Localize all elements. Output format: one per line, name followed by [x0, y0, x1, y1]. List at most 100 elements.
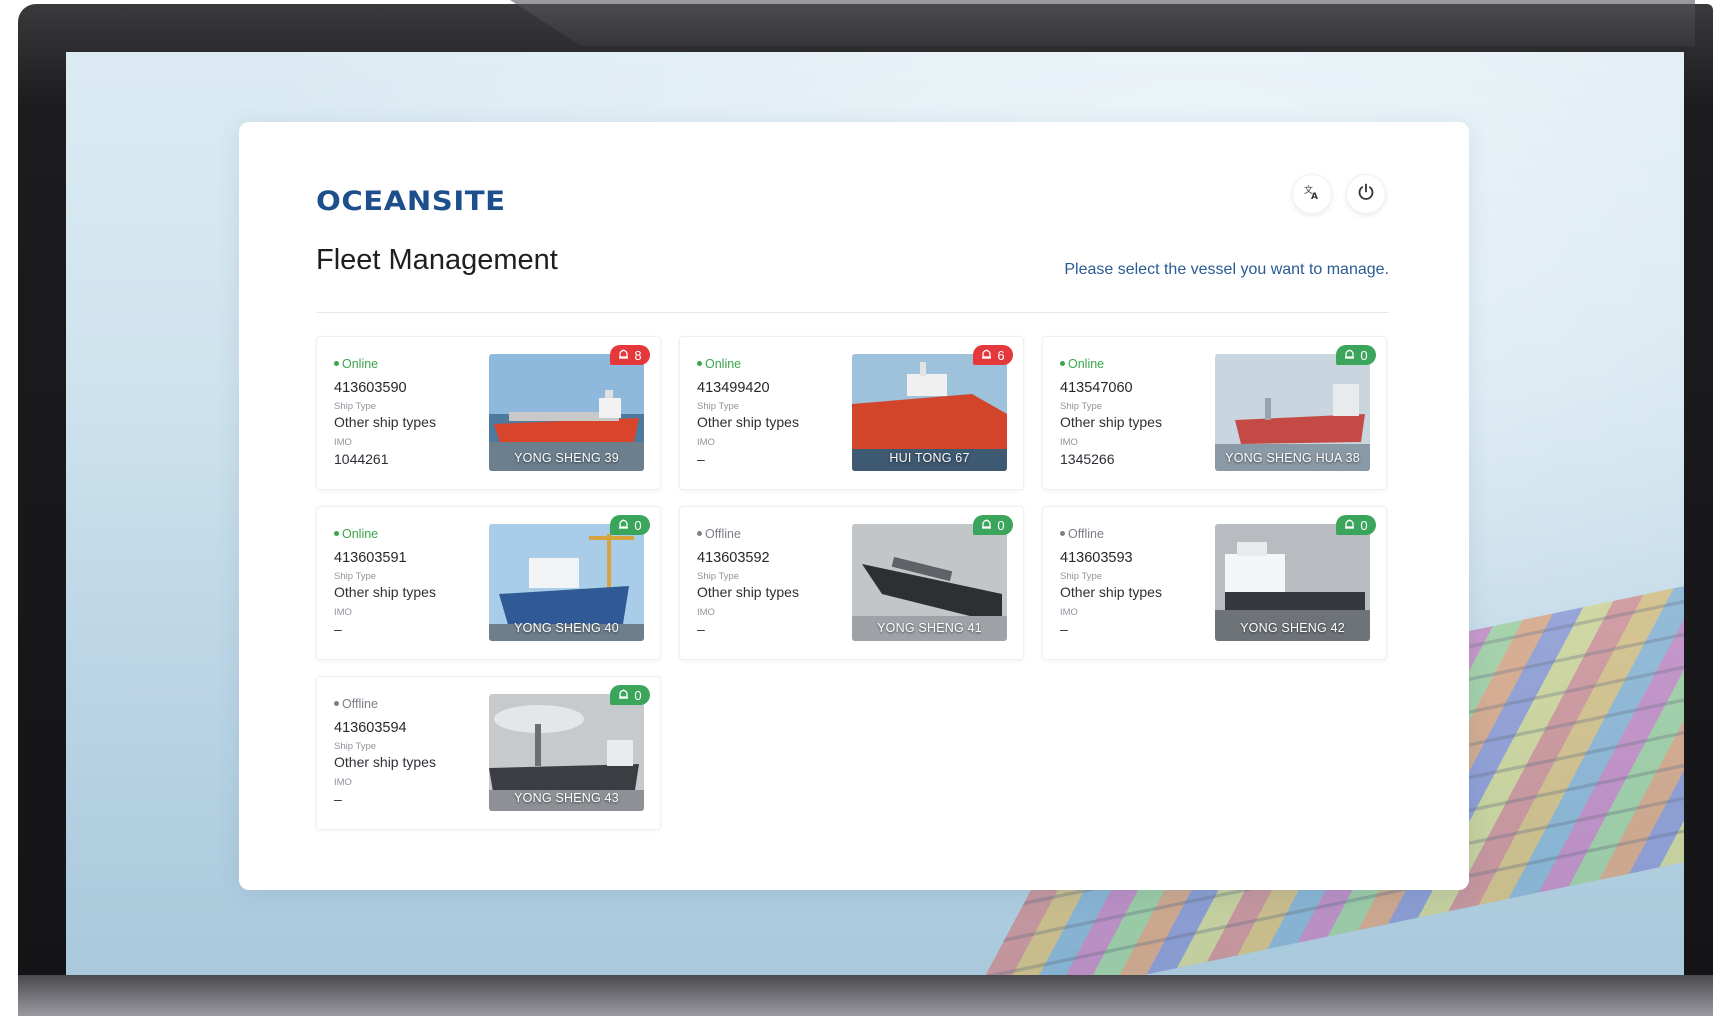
vessel-info: Offline 413603592 Ship Type Other ship t…: [697, 526, 847, 637]
vessel-photo[interactable]: YONG SHENG 41: [852, 524, 1007, 641]
vessel-info: Online 413547060 Ship Type Other ship ty…: [1060, 356, 1210, 467]
status-badge: Offline: [334, 696, 484, 711]
status-text: Online: [705, 356, 742, 371]
vessel-name: YONG SHENG 39: [514, 451, 619, 465]
vessel-mmsi: 413603592: [697, 550, 770, 566]
screen: OCEANSITE 文 A Fleet Management Please se…: [66, 52, 1684, 976]
imo-value: 1044261: [334, 451, 389, 467]
ship-type-value: Other ship types: [1060, 584, 1162, 600]
status-dot-icon: [1060, 531, 1065, 536]
vessel-photo[interactable]: YONG SHENG 43: [489, 694, 644, 811]
divider: [316, 312, 1389, 313]
ship-type-label: Ship Type: [1060, 401, 1103, 412]
imo-label: IMO: [334, 607, 352, 618]
imo-label: IMO: [697, 437, 715, 448]
vessel-mmsi: 413603591: [334, 550, 407, 566]
vessel-name: YONG SHENG 41: [877, 621, 982, 635]
alarm-bell-icon: [981, 518, 992, 533]
alarm-count-badge[interactable]: 0: [610, 515, 650, 535]
page-title: Fleet Management: [316, 244, 558, 276]
alarm-count: 0: [1360, 347, 1368, 363]
vessel-card[interactable]: Online 413603591 Ship Type Other ship ty…: [316, 506, 661, 660]
translate-button[interactable]: 文 A: [1292, 174, 1332, 214]
status-badge: Online: [1060, 356, 1210, 371]
imo-value: 1345266: [1060, 451, 1115, 467]
imo-label: IMO: [1060, 437, 1078, 448]
ship-type-label: Ship Type: [334, 741, 377, 752]
vessel-mmsi: 413499420: [697, 380, 770, 396]
vessel-name: HUI TONG 67: [889, 451, 970, 465]
vessel-info: Online 413603590 Ship Type Other ship ty…: [334, 356, 484, 467]
vessel-card[interactable]: Online 413547060 Ship Type Other ship ty…: [1042, 336, 1387, 490]
imo-value: –: [1060, 621, 1068, 637]
vessel-photo[interactable]: YONG SHENG 40: [489, 524, 644, 641]
vessel-grid: Online 413603590 Ship Type Other ship ty…: [316, 336, 1390, 830]
alarm-count-badge[interactable]: 0: [610, 685, 650, 705]
alarm-count: 0: [1360, 517, 1368, 533]
monitor-stand-edge: [18, 975, 1713, 1016]
status-badge: Online: [334, 356, 484, 371]
vessel-mmsi: 413603594: [334, 720, 407, 736]
vessel-info: Online 413603591 Ship Type Other ship ty…: [334, 526, 484, 637]
select-vessel-hint: Please select the vessel you want to man…: [1064, 261, 1389, 278]
status-badge: Offline: [697, 526, 847, 541]
fleet-panel: OCEANSITE 文 A Fleet Management Please se…: [239, 122, 1469, 890]
status-dot-icon: [1060, 361, 1065, 366]
vessel-card[interactable]: Offline 413603593 Ship Type Other ship t…: [1042, 506, 1387, 660]
vessel-mmsi: 413603593: [1060, 550, 1133, 566]
imo-label: IMO: [1060, 607, 1078, 618]
imo-value: –: [334, 621, 342, 637]
ship-type-value: Other ship types: [697, 584, 799, 600]
ship-type-label: Ship Type: [697, 401, 740, 412]
ship-type-label: Ship Type: [334, 571, 377, 582]
vessel-name: YONG SHENG 40: [514, 621, 619, 635]
alarm-bell-icon: [618, 348, 629, 363]
vessel-mmsi: 413603590: [334, 380, 407, 396]
ship-type-label: Ship Type: [697, 571, 740, 582]
vessel-info: Offline 413603593 Ship Type Other ship t…: [1060, 526, 1210, 637]
alarm-count: 6: [997, 347, 1005, 363]
vessel-card[interactable]: Offline 413603592 Ship Type Other ship t…: [679, 506, 1024, 660]
ship-type-value: Other ship types: [334, 754, 436, 770]
alarm-bell-icon: [1344, 348, 1355, 363]
status-text: Offline: [705, 526, 741, 541]
alarm-count: 8: [634, 347, 642, 363]
alarm-bell-icon: [618, 688, 629, 703]
vessel-photo[interactable]: YONG SHENG 42: [1215, 524, 1370, 641]
ship-type-value: Other ship types: [697, 414, 799, 430]
vessel-card[interactable]: Online 413499420 Ship Type Other ship ty…: [679, 336, 1024, 490]
vessel-photo[interactable]: YONG SHENG HUA 38: [1215, 354, 1370, 471]
logo: OCEANSITE: [316, 186, 506, 217]
status-dot-icon: [334, 361, 339, 366]
translate-icon: 文 A: [1303, 183, 1321, 206]
status-text: Online: [342, 356, 379, 371]
vessel-card[interactable]: Online 413603590 Ship Type Other ship ty…: [316, 336, 661, 490]
vessel-photo[interactable]: HUI TONG 67: [852, 354, 1007, 471]
status-text: Online: [1068, 356, 1105, 371]
alarm-bell-icon: [981, 348, 992, 363]
bezel-gloss: [510, 0, 1695, 46]
ship-type-value: Other ship types: [334, 414, 436, 430]
svg-text:A: A: [1311, 192, 1318, 201]
alarm-count-badge[interactable]: 8: [610, 345, 650, 365]
status-badge: Online: [334, 526, 484, 541]
vessel-card[interactable]: Offline 413603594 Ship Type Other ship t…: [316, 676, 661, 830]
vessel-photo[interactable]: YONG SHENG 39: [489, 354, 644, 471]
status-text: Offline: [342, 696, 378, 711]
imo-label: IMO: [697, 607, 715, 618]
imo-value: –: [697, 451, 705, 467]
status-badge: Online: [697, 356, 847, 371]
alarm-count-badge[interactable]: 0: [1336, 345, 1376, 365]
vessel-info: Offline 413603594 Ship Type Other ship t…: [334, 696, 484, 807]
imo-value: –: [334, 791, 342, 807]
vessel-name: YONG SHENG 43: [514, 791, 619, 805]
vessel-info: Online 413499420 Ship Type Other ship ty…: [697, 356, 847, 467]
ship-type-value: Other ship types: [1060, 414, 1162, 430]
alarm-count-badge[interactable]: 0: [973, 515, 1013, 535]
ship-type-label: Ship Type: [334, 401, 377, 412]
logout-button[interactable]: [1346, 174, 1386, 214]
alarm-bell-icon: [1344, 518, 1355, 533]
alarm-count-badge[interactable]: 6: [973, 345, 1013, 365]
alarm-count-badge[interactable]: 0: [1336, 515, 1376, 535]
status-text: Offline: [1068, 526, 1104, 541]
